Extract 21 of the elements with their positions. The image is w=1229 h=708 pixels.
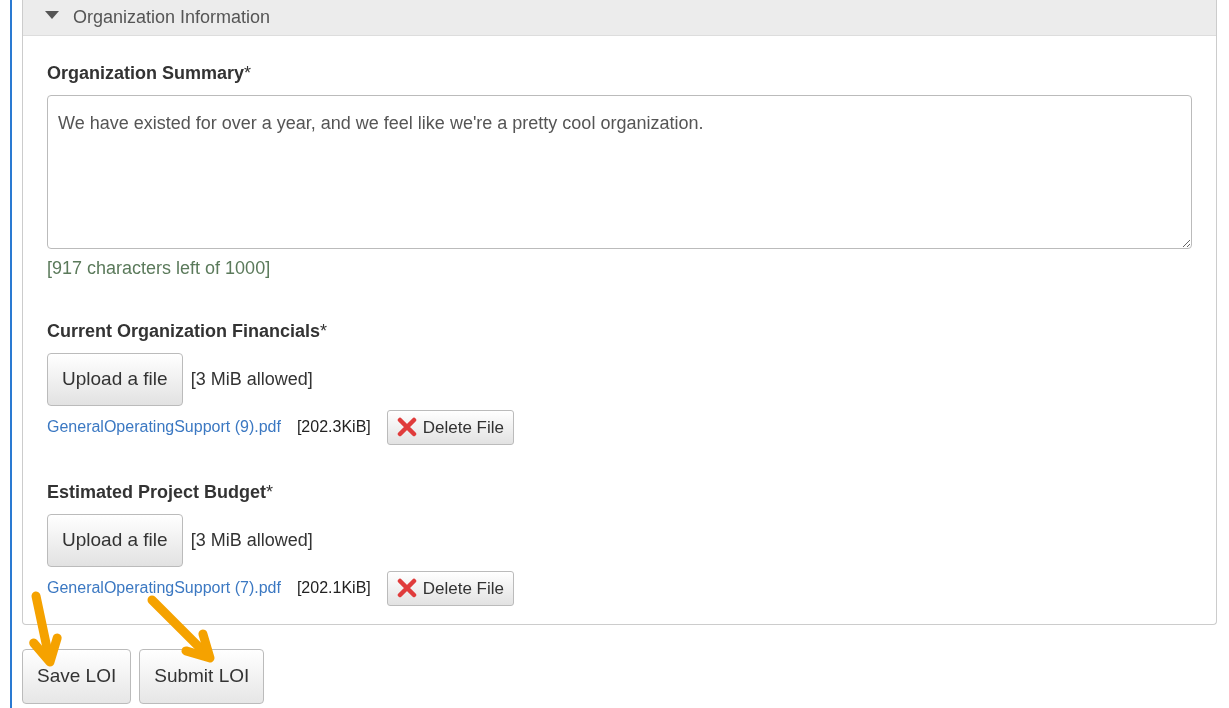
panel-title: Organization Information [73,6,271,29]
upload-button[interactable]: Upload a file [47,353,183,406]
summary-textarea[interactable]: We have existed for over a year, and we feel like we're a pretty cool organization. [47,95,1192,249]
close-icon [396,417,417,438]
size-limit: [3 MiB allowed] [190,528,313,552]
size-limit: [3 MiB allowed] [190,367,313,391]
close-icon [396,578,417,599]
delete-file-button[interactable]: Delete File [386,409,514,445]
upload-button[interactable]: Upload a file [47,514,183,567]
field-label: Estimated Project Budget* [47,481,275,504]
file-link[interactable]: GeneralOperatingSupport (9).pdf [47,415,281,440]
field-label: Current Organization Financials* [47,320,329,343]
character-counter: [917 characters left of 1000] [47,257,272,280]
panel-header[interactable]: Organization Information [23,0,1216,36]
field-label: Organization Summary* [47,62,253,85]
file-size: [202.3KiB] [296,417,371,438]
file-link[interactable]: GeneralOperatingSupport (7).pdf [47,576,281,601]
action-button[interactable]: Save LOI [22,649,132,704]
delete-file-button[interactable]: Delete File [386,570,514,606]
action-button[interactable]: Submit LOI [139,649,265,704]
file-size: [202.1KiB] [296,578,371,599]
